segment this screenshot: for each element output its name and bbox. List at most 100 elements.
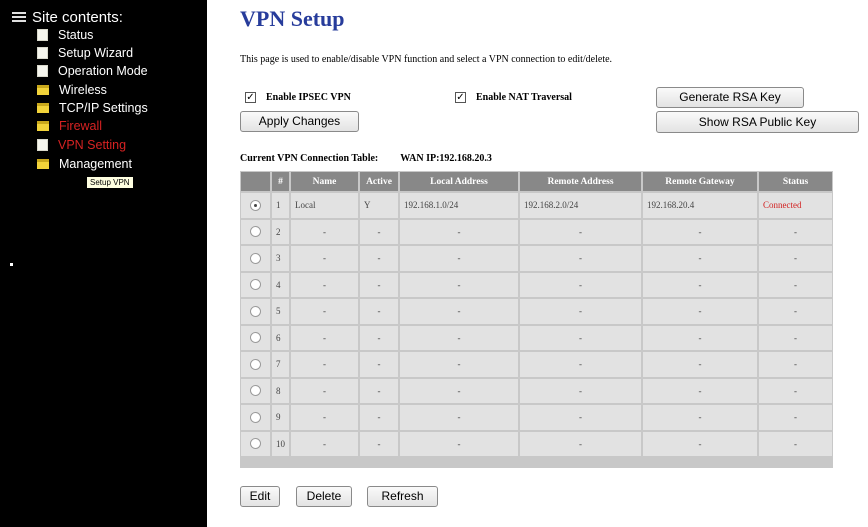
refresh-button[interactable]: Refresh (367, 486, 438, 507)
cell-num: 4 (272, 272, 289, 297)
page-icon (37, 47, 48, 59)
cell-num: 9 (272, 405, 289, 430)
header-local-address: Local Address (400, 172, 518, 191)
row-select-cell (241, 219, 270, 244)
page-description: This page is used to enable/disable VPN … (240, 54, 613, 65)
enable-ipsec-vpn-checkbox[interactable]: ✓ (245, 92, 256, 103)
sidebar-item-firewall[interactable]: Firewall (37, 119, 102, 133)
cell-name: - (291, 352, 358, 377)
cell-num: 5 (272, 299, 289, 324)
cell-name: - (291, 246, 358, 271)
cell-remote-gateway: - (643, 431, 757, 456)
cell-remote-gateway: - (643, 219, 757, 244)
cell-active: Y (360, 193, 398, 218)
cell-active: - (360, 352, 398, 377)
row-radio-button[interactable] (250, 305, 261, 317)
header-remote-gateway: Remote Gateway (643, 172, 757, 191)
tooltip: Setup VPN (86, 176, 134, 189)
cell-num: 2 (272, 219, 289, 244)
sidebar-item-label: TCP/IP Settings (59, 101, 148, 115)
row-radio-button[interactable] (250, 411, 261, 423)
cell-active: - (360, 272, 398, 297)
row-radio-button[interactable] (250, 199, 261, 211)
folder-icon (37, 121, 49, 131)
sidebar-item-label: Wireless (59, 83, 107, 97)
cell-active: - (360, 405, 398, 430)
row-select-cell (241, 431, 270, 456)
cell-name: - (291, 272, 358, 297)
cell-local-address: - (400, 299, 518, 324)
cell-num: 7 (272, 352, 289, 377)
cell-status: - (759, 325, 832, 350)
cell-active: - (360, 246, 398, 271)
sidebar-item-management[interactable]: Management (37, 157, 132, 171)
enable-ipsec-vpn-option[interactable]: ✓ Enable IPSEC VPN (245, 92, 351, 103)
vpn-connection-table: # Name Active Local Address Remote Address Re… (240, 171, 833, 468)
cell-remote-gateway: - (643, 325, 757, 350)
cell-remote-gateway: - (643, 405, 757, 430)
cell-name: - (291, 299, 358, 324)
cell-status: - (759, 378, 832, 403)
enable-nat-traversal-checkbox[interactable]: ✓ (455, 92, 466, 103)
cell-remote-address: - (520, 325, 641, 350)
row-select-cell (241, 299, 270, 324)
cell-status: - (759, 299, 832, 324)
cell-remote-address: - (520, 272, 641, 297)
cell-num: 3 (272, 246, 289, 271)
enable-nat-traversal-option[interactable]: ✓ Enable NAT Traversal (455, 92, 572, 103)
cell-num: 8 (272, 378, 289, 403)
sidebar-item-tcpip-settings[interactable]: TCP/IP Settings (37, 101, 148, 115)
cell-num: 10 (272, 431, 289, 456)
cell-remote-address: - (520, 299, 641, 324)
sidebar: Site contents: Status Setup Wizard Opera… (0, 0, 207, 527)
cell-remote-address: - (520, 378, 641, 403)
cell-local-address: - (400, 431, 518, 456)
cell-active: - (360, 325, 398, 350)
edit-button[interactable]: Edit (240, 486, 280, 507)
cell-status: - (759, 272, 832, 297)
cell-active: - (360, 431, 398, 456)
sidebar-item-status[interactable]: Status (37, 28, 93, 42)
table-caption: Current VPN Connection Table: WAN IP:192.… (240, 153, 492, 164)
header-active: Active (360, 172, 398, 191)
cell-active: - (360, 378, 398, 403)
cell-local-address: - (400, 272, 518, 297)
cell-remote-gateway: - (643, 246, 757, 271)
cell-status: - (759, 219, 832, 244)
row-radio-button[interactable] (250, 226, 261, 238)
row-radio-button[interactable] (250, 385, 261, 397)
row-radio-button[interactable] (250, 438, 261, 450)
show-rsa-public-key-button[interactable]: Show RSA Public Key (656, 111, 859, 133)
cell-remote-address: - (520, 405, 641, 430)
sidebar-root[interactable]: Site contents: (12, 9, 123, 26)
sidebar-item-setup-wizard[interactable]: Setup Wizard (37, 46, 133, 60)
header-remote-address: Remote Address (520, 172, 641, 191)
cell-remote-gateway: - (643, 352, 757, 377)
header-num: # (272, 172, 289, 191)
cell-name: - (291, 219, 358, 244)
cell-active: - (360, 219, 398, 244)
row-select-cell (241, 246, 270, 271)
row-radio-button[interactable] (250, 358, 261, 370)
row-radio-button[interactable] (250, 332, 261, 344)
cell-num: 1 (272, 193, 289, 218)
apply-changes-button[interactable]: Apply Changes (240, 111, 359, 132)
page-title: VPN Setup (240, 6, 345, 31)
sidebar-item-wireless[interactable]: Wireless (37, 83, 107, 97)
cell-remote-address: - (520, 431, 641, 456)
cell-active: - (360, 299, 398, 324)
row-radio-button[interactable] (250, 279, 261, 291)
book-icon (12, 11, 26, 24)
delete-button[interactable]: Delete (296, 486, 352, 507)
sidebar-item-vpn-setting[interactable]: VPN Setting (37, 138, 126, 152)
cell-status: - (759, 431, 832, 456)
cell-local-address: - (400, 246, 518, 271)
row-radio-button[interactable] (250, 252, 261, 264)
row-select-cell (241, 378, 270, 403)
row-select-cell (241, 325, 270, 350)
generate-rsa-key-button[interactable]: Generate RSA Key (656, 87, 804, 108)
header-status: Status (759, 172, 832, 191)
cell-remote-address: - (520, 219, 641, 244)
sidebar-item-label: Status (58, 28, 94, 42)
sidebar-item-operation-mode[interactable]: Operation Mode (37, 64, 148, 78)
